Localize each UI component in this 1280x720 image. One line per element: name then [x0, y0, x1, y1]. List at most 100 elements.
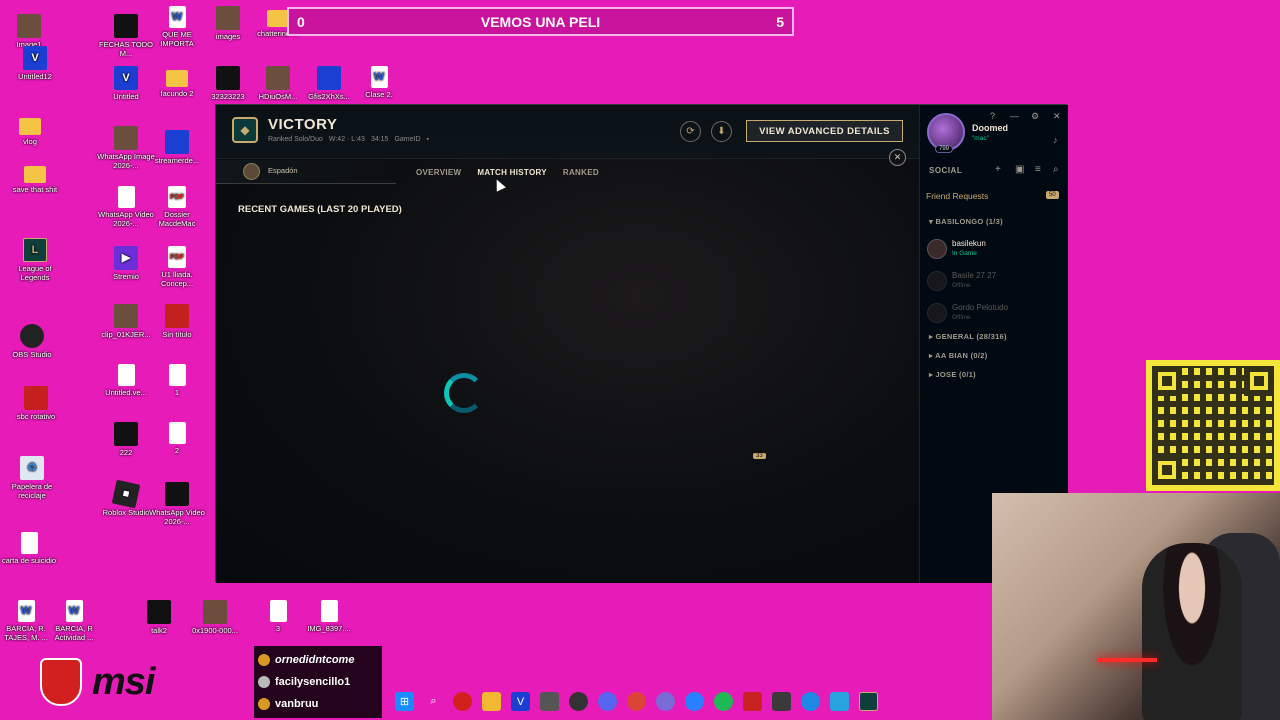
text-file-icon — [20, 532, 38, 554]
qr-code — [1146, 360, 1280, 491]
group-jose[interactable]: ▸ JOSE (0/1) — [929, 370, 976, 379]
search-icon[interactable]: ⌕ — [424, 692, 443, 711]
settings-icon[interactable]: ⚙ — [1031, 111, 1039, 122]
summoner-tab[interactable]: Espadón — [216, 160, 396, 184]
desktop-icon[interactable]: V Untitled — [97, 66, 155, 101]
windows-start-icon[interactable]: ⊞ — [395, 692, 414, 711]
desktop-icon[interactable]: ♻ Papelera de reciclaje — [3, 456, 61, 500]
desktop-icon[interactable]: Image1 — [0, 14, 58, 49]
qr-pattern — [1152, 366, 1274, 485]
desktop-icon[interactable]: OBS Studio — [3, 324, 61, 359]
image-file-icon — [165, 304, 189, 328]
add-friend-icon[interactable]: + — [995, 164, 1001, 175]
desktop-icon[interactable]: 0x1900-000... — [186, 600, 244, 635]
desktop-icon[interactable]: save that shit — [6, 162, 64, 194]
match-header: ◆ VICTORY Ranked Solo/Duo W:42 · L:43 34… — [216, 105, 919, 159]
image-file-icon — [266, 66, 290, 90]
desktop-icon[interactable]: 1 — [148, 364, 206, 397]
recent-games-title: RECENT GAMES (LAST 20 PLAYED) — [238, 204, 402, 215]
edge-icon[interactable] — [801, 692, 820, 711]
desktop-icon[interactable]: W QUE ME IMPORTA — [148, 6, 206, 48]
profile-status[interactable]: "mac" — [972, 135, 989, 142]
desktop-icon[interactable]: PDF Dossier MacdeMac — [148, 186, 206, 228]
league-of-legends-icon[interactable] — [859, 692, 878, 711]
list-icon[interactable]: ≡ — [1035, 164, 1041, 175]
friend-requests[interactable]: Friend Requests — [926, 191, 988, 201]
notification-bell-icon[interactable]: ♪ — [1053, 135, 1058, 145]
desktop-icon[interactable]: ■ Roblox Studio — [97, 479, 155, 517]
video-editor-icon: V — [114, 66, 138, 90]
desktop-icon[interactable]: talk2 — [130, 600, 188, 635]
text-file-icon — [269, 600, 287, 622]
match-meta: Ranked Solo/Duo W:42 · L:43 34:15 GameID… — [268, 136, 429, 143]
desktop-icon[interactable]: V Untitled12 — [6, 46, 64, 81]
spotify-icon[interactable] — [714, 692, 733, 711]
settings-icon[interactable] — [569, 692, 588, 711]
close-icon[interactable]: ✕ — [889, 149, 906, 166]
match-tabs: OVERVIEW MATCH HISTORY RANKED — [416, 168, 599, 177]
app-icon[interactable] — [743, 692, 762, 711]
desktop-icon[interactable]: L League of Legends — [6, 238, 64, 282]
group-general[interactable]: ▸ GENERAL (28/316) — [929, 332, 1007, 341]
app-icon — [24, 386, 48, 410]
record-app-icon[interactable] — [453, 692, 472, 711]
help-icon[interactable]: ? — [990, 111, 995, 121]
league-client-window: ◆ VICTORY Ranked Solo/Duo W:42 · L:43 34… — [215, 104, 1074, 583]
desktop-icon[interactable]: Sin título — [148, 304, 206, 339]
group-basilongo[interactable]: ▾ BASILONGO (1/3) — [929, 217, 1003, 226]
desktop-icon[interactable]: ▶ Stremio — [97, 246, 155, 281]
group-aa-bian[interactable]: ▸ AA BIAN (0/2) — [929, 351, 988, 360]
view-advanced-details-button[interactable]: VIEW ADVANCED DETAILS — [746, 120, 903, 142]
app-icon[interactable] — [540, 692, 559, 711]
desktop-icon[interactable]: WhatsApp Video 2026-... — [148, 482, 206, 526]
app-icon[interactable] — [656, 692, 675, 711]
desktop-icon[interactable]: clip_01KJER... — [97, 304, 155, 339]
desktop-icon[interactable]: FECHAS TODO M... — [97, 14, 155, 58]
app-icon[interactable] — [772, 692, 791, 711]
close-icon[interactable]: ✕ — [1053, 111, 1061, 122]
desktop-icon[interactable]: W Clase 2. — [350, 66, 408, 99]
summoner-name: Espadón — [268, 166, 298, 175]
app-icon[interactable] — [685, 692, 704, 711]
desktop-icon[interactable]: Untitled.ve... — [97, 364, 155, 397]
chat-message: facilysencillo1 — [258, 671, 378, 693]
taskbar: ⊞ ⌕ V — [395, 692, 878, 711]
search-icon[interactable]: ⌕ — [1053, 164, 1059, 175]
friend-item[interactable]: Basile 27 27 Offline — [927, 269, 1067, 295]
tab-overview[interactable]: OVERVIEW — [416, 168, 461, 177]
desktop-icon[interactable]: vlog — [1, 114, 59, 146]
tab-match-history[interactable]: MATCH HISTORY — [477, 168, 547, 177]
copy-icon[interactable]: ▪ — [427, 136, 429, 143]
friend-name: Basile 27 27 — [952, 271, 997, 280]
file-explorer-icon[interactable] — [482, 692, 501, 711]
friend-item[interactable]: basilekun In Game — [927, 237, 1067, 263]
desktop-icon[interactable]: facundo 2 — [148, 66, 206, 98]
desktop-icon[interactable]: 2 — [148, 422, 206, 455]
profile-name: Doomed — [972, 123, 1008, 133]
chrome-icon[interactable] — [627, 692, 646, 711]
chat-message: ornedidntcome — [258, 649, 378, 671]
replay-icon[interactable]: ⟳ — [680, 121, 701, 142]
user-badge-icon — [258, 676, 270, 688]
desktop-icon[interactable]: 3 — [249, 600, 307, 633]
desktop-icon[interactable]: sbc rotativo — [7, 386, 65, 421]
desktop-icon[interactable]: W BARCIA, R Actividad ... — [45, 600, 103, 642]
desktop-icon[interactable]: carta de suicidio — [0, 532, 58, 565]
download-icon[interactable]: ⬇ — [711, 121, 732, 142]
desktop-icon[interactable]: IMG_8397.... — [300, 600, 358, 633]
video-editor-icon[interactable]: V — [511, 692, 530, 711]
tab-ranked[interactable]: RANKED — [563, 168, 599, 177]
friend-item[interactable]: Gordo Pelotudo Offline — [927, 301, 1067, 327]
desktop-icon[interactable]: HDiuOsM... — [249, 66, 307, 101]
minimize-icon[interactable]: — — [1010, 111, 1019, 121]
word-document-icon: W — [168, 6, 186, 28]
folder-icon — [267, 10, 289, 27]
app-icon[interactable] — [830, 692, 849, 711]
desktop-icon[interactable]: WhatsApp Image 2026-... — [97, 126, 155, 170]
discord-icon[interactable] — [598, 692, 617, 711]
desktop-icon[interactable]: WhatsApp Video 2026-... — [97, 186, 155, 228]
desktop-icon[interactable]: 222 — [97, 422, 155, 457]
desktop-icon[interactable]: PDF U1 lliada. Concep... — [148, 246, 206, 288]
add-folder-icon[interactable]: ▣ — [1015, 164, 1024, 175]
desktop-icon[interactable]: streamerde... — [148, 130, 206, 165]
